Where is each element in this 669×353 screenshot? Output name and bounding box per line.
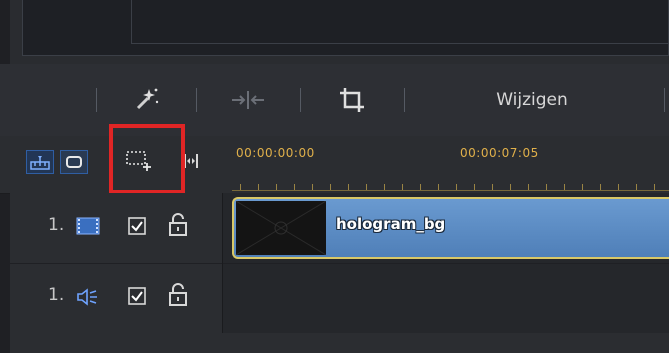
clip-thumbnail [235, 200, 327, 256]
ruler-tick [654, 184, 655, 190]
ruler-tick [636, 184, 637, 190]
ruler-tick [582, 184, 583, 190]
unlock-icon[interactable] [168, 283, 188, 311]
highlight-box [109, 124, 185, 194]
ruler-tick [528, 184, 529, 190]
track-number: 1. [48, 285, 65, 305]
crop-icon[interactable] [334, 82, 370, 118]
ruler-tick [384, 184, 385, 190]
preview-panel-inner [131, 0, 669, 44]
timecode-mark: 00:00:07:05 [460, 146, 539, 160]
ruler-tick [276, 184, 277, 190]
track-headers: 1. 1. [10, 193, 222, 353]
ruler-tick [420, 184, 421, 190]
ruler-tick [546, 184, 547, 190]
ruler-tick [330, 184, 331, 190]
clip-label: hologram_bg [336, 215, 446, 233]
video-track[interactable]: hologram_bg [222, 193, 669, 264]
next-track-row [10, 333, 669, 353]
ruler-tick [474, 184, 475, 190]
toolbar-separator [196, 88, 197, 112]
timeline-tracks: hologram_bg [222, 193, 669, 353]
unlock-icon[interactable] [168, 213, 188, 241]
track-divider [222, 193, 223, 353]
film-icon [76, 217, 100, 239]
ruler-tick [510, 184, 511, 190]
toolbar-separator [664, 88, 665, 112]
ruler-tick [258, 184, 259, 190]
track-number: 1. [48, 215, 65, 235]
ruler-tick [348, 184, 349, 190]
ruler-tick [402, 184, 403, 190]
ruler-tick [564, 184, 565, 190]
magic-wand-icon[interactable] [128, 82, 164, 118]
timecode-start: 00:00:00:00 [236, 146, 315, 160]
ruler-tick [366, 184, 367, 190]
toolbar-separator [404, 88, 405, 112]
video-clip[interactable]: hologram_bg [232, 197, 669, 259]
track-header-audio: 1. [10, 263, 222, 334]
speaker-icon [76, 287, 100, 311]
preview-panel [22, 0, 669, 56]
ruler-tick [618, 184, 619, 190]
ruler-tick [456, 184, 457, 190]
edit-toolbar: Wijzigen [0, 64, 669, 137]
audio-track[interactable] [222, 263, 669, 334]
timeline-ruler[interactable]: 00:00:00:00 00:00:07:05 [232, 136, 669, 193]
ruler-tick [438, 184, 439, 190]
ruler-tick [294, 184, 295, 190]
visible-checkbox[interactable] [128, 287, 146, 309]
split-icon[interactable] [228, 82, 268, 118]
ruler-tick [492, 184, 493, 190]
ruler-tick [600, 184, 601, 190]
toolbar-separator [96, 88, 97, 112]
ruler-tick [240, 184, 241, 190]
clip-mode-icon[interactable] [60, 150, 88, 174]
track-header-video: 1. [10, 193, 222, 264]
toolbar-separator [300, 88, 301, 112]
ruler-ticks [232, 180, 669, 191]
ruler-icon[interactable] [26, 150, 54, 174]
ruler-tick [312, 184, 313, 190]
modify-button[interactable]: Wijzigen [472, 84, 592, 116]
visible-checkbox[interactable] [128, 217, 146, 239]
